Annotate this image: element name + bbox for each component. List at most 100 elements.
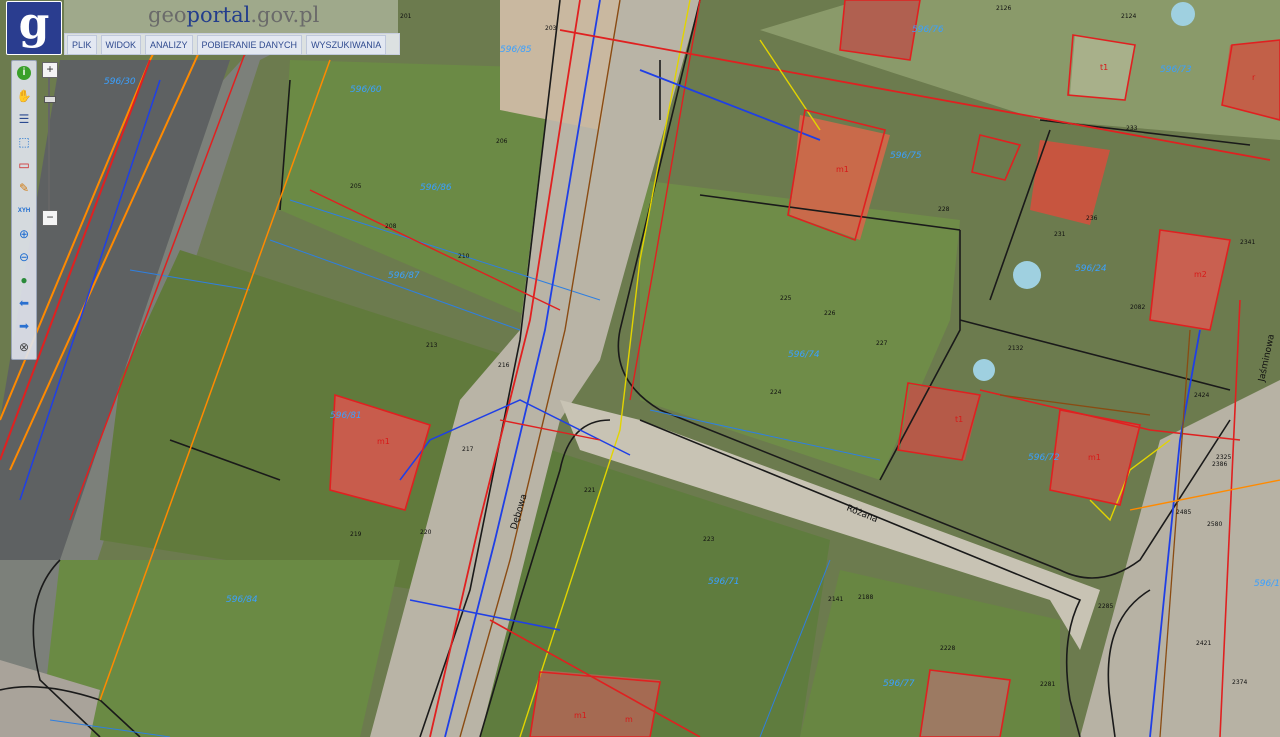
parcel-label: 596/72 [1028, 453, 1060, 463]
zoom-thumb[interactable] [44, 95, 56, 103]
parcel-label: 596/84 [226, 595, 258, 605]
point-number: 228 [938, 206, 950, 213]
point-number: 236 [1086, 215, 1098, 222]
parcel-label: 596/60 [350, 85, 382, 95]
point-number: 217 [462, 446, 474, 453]
pool [1013, 261, 1041, 289]
clear-glyph: ⊗ [18, 340, 30, 354]
forward-glyph: ➡ [18, 319, 30, 333]
brand-main: portal [186, 3, 251, 27]
parcel-label: 596/81 [330, 411, 362, 421]
point-number: 2082 [1130, 304, 1145, 311]
point-number: 227 [876, 340, 888, 347]
point-number: 208 [385, 223, 397, 230]
point-number: 2228 [940, 645, 955, 652]
point-number: 2141 [828, 596, 843, 603]
point-number: 213 [426, 342, 438, 349]
parcel-label: 596/76 [912, 25, 944, 35]
point-number: 223 [703, 536, 715, 543]
point-number: 233 [1126, 125, 1138, 132]
zoom-in-icon[interactable]: ⊕ [14, 224, 34, 244]
back-glyph: ⬅ [18, 296, 30, 310]
zoom-slider: + − [42, 62, 58, 226]
info-glyph: i [17, 66, 31, 80]
point-number: 2485 [1176, 509, 1191, 516]
pool [1171, 2, 1195, 26]
building-label: m1 [1088, 453, 1101, 462]
roof [920, 670, 1010, 737]
parcel-label: 596/24 [1075, 264, 1107, 274]
pan-hand-icon[interactable]: ✋ [14, 86, 34, 106]
brand-bar: geoportal.gov.pl [64, 0, 398, 33]
zoom-in-glyph: ⊕ [18, 227, 30, 241]
parcel-label: 596/74 [788, 350, 820, 360]
point-number: 203 [545, 25, 557, 32]
menu-wyszukiwania[interactable]: WYSZUKIWANIA [306, 35, 387, 55]
select-area-icon[interactable]: ⬚ [14, 132, 34, 152]
parcel-label: 596/87 [388, 271, 420, 281]
building-label: t1 [1100, 63, 1108, 72]
select-rect-red-icon[interactable]: ▭ [14, 155, 34, 175]
legend-icon[interactable]: ☰ [14, 109, 34, 129]
building-label: m [625, 715, 633, 724]
parcel-label: 596/86 [420, 183, 452, 193]
zoom-out-glyph: ⊖ [18, 250, 30, 264]
point-number: 2281 [1040, 681, 1055, 688]
zoom-plus-button[interactable]: + [42, 62, 58, 78]
info-icon[interactable]: i [14, 63, 34, 83]
pan-glyph: ✋ [16, 89, 32, 103]
menu-pobieranie-danych[interactable]: POBIERANIE DANYCH [196, 35, 303, 55]
point-number: 210 [458, 253, 470, 260]
point-number: 2188 [858, 594, 873, 601]
menu-plik[interactable]: PLIK [67, 35, 97, 55]
point-number: 2285 [1098, 603, 1113, 610]
legend-glyph: ☰ [18, 112, 30, 126]
point-number: 2341 [1240, 239, 1255, 246]
pencil-glyph: ✎ [18, 181, 30, 195]
xyh-glyph: XYH [17, 208, 31, 214]
select-red-glyph: ▭ [18, 158, 30, 172]
point-number: 206 [496, 138, 508, 145]
orthophoto-map[interactable]: m1 m1 t1 m2 t1 m1 m1 m r 596/85 596/60 5… [0, 0, 1280, 737]
clear-icon[interactable]: ⊗ [14, 337, 34, 357]
building-label: m1 [377, 437, 390, 446]
parcel-label: 596/1 [1254, 579, 1280, 589]
back-arrow-icon[interactable]: ⬅ [14, 293, 34, 313]
point-number: 225 [780, 295, 792, 302]
point-number: 231 [1054, 231, 1066, 238]
logo-letter: g [18, 0, 50, 49]
parcel-label: 596/71 [708, 577, 740, 587]
point-number: 216 [498, 362, 510, 369]
point-number: 2124 [1121, 13, 1136, 20]
xy-coordinates-icon[interactable]: XYH [14, 201, 34, 221]
point-number: 205 [350, 183, 362, 190]
building-label: m2 [1194, 270, 1207, 279]
point-number: 2386 [1212, 461, 1227, 468]
zoom-out-icon[interactable]: ⊖ [14, 247, 34, 267]
brand-suffix: .gov.pl [250, 3, 320, 27]
globe-glyph: ● [20, 273, 28, 287]
draw-pencil-icon[interactable]: ✎ [14, 178, 34, 198]
point-number: 201 [400, 13, 412, 20]
geoportal-logo[interactable]: g [6, 0, 62, 55]
point-number: 221 [584, 487, 596, 494]
point-number: 224 [770, 389, 782, 396]
brand-title: geoportal.gov.pl [148, 3, 319, 27]
forward-arrow-icon[interactable]: ➡ [14, 316, 34, 336]
full-extent-globe-icon[interactable]: ● [14, 270, 34, 290]
parcel-label: 596/75 [890, 151, 922, 161]
menu-widok[interactable]: WIDOK [100, 35, 142, 55]
point-number: 219 [350, 531, 362, 538]
building-label: m1 [574, 711, 587, 720]
menu-analizy[interactable]: ANALIZY [145, 35, 193, 55]
point-number: 2421 [1196, 640, 1211, 647]
parcel-label: 596/73 [1160, 65, 1192, 75]
point-number: 2325 [1216, 454, 1231, 461]
point-number: 2132 [1008, 345, 1023, 352]
parcel-label: 596/85 [500, 45, 532, 55]
point-number: 2580 [1207, 521, 1222, 528]
parcel-label: 596/77 [883, 679, 915, 689]
point-number: 2126 [996, 5, 1011, 12]
parcel-label: 596/30 [104, 77, 136, 87]
zoom-minus-button[interactable]: − [42, 210, 58, 226]
